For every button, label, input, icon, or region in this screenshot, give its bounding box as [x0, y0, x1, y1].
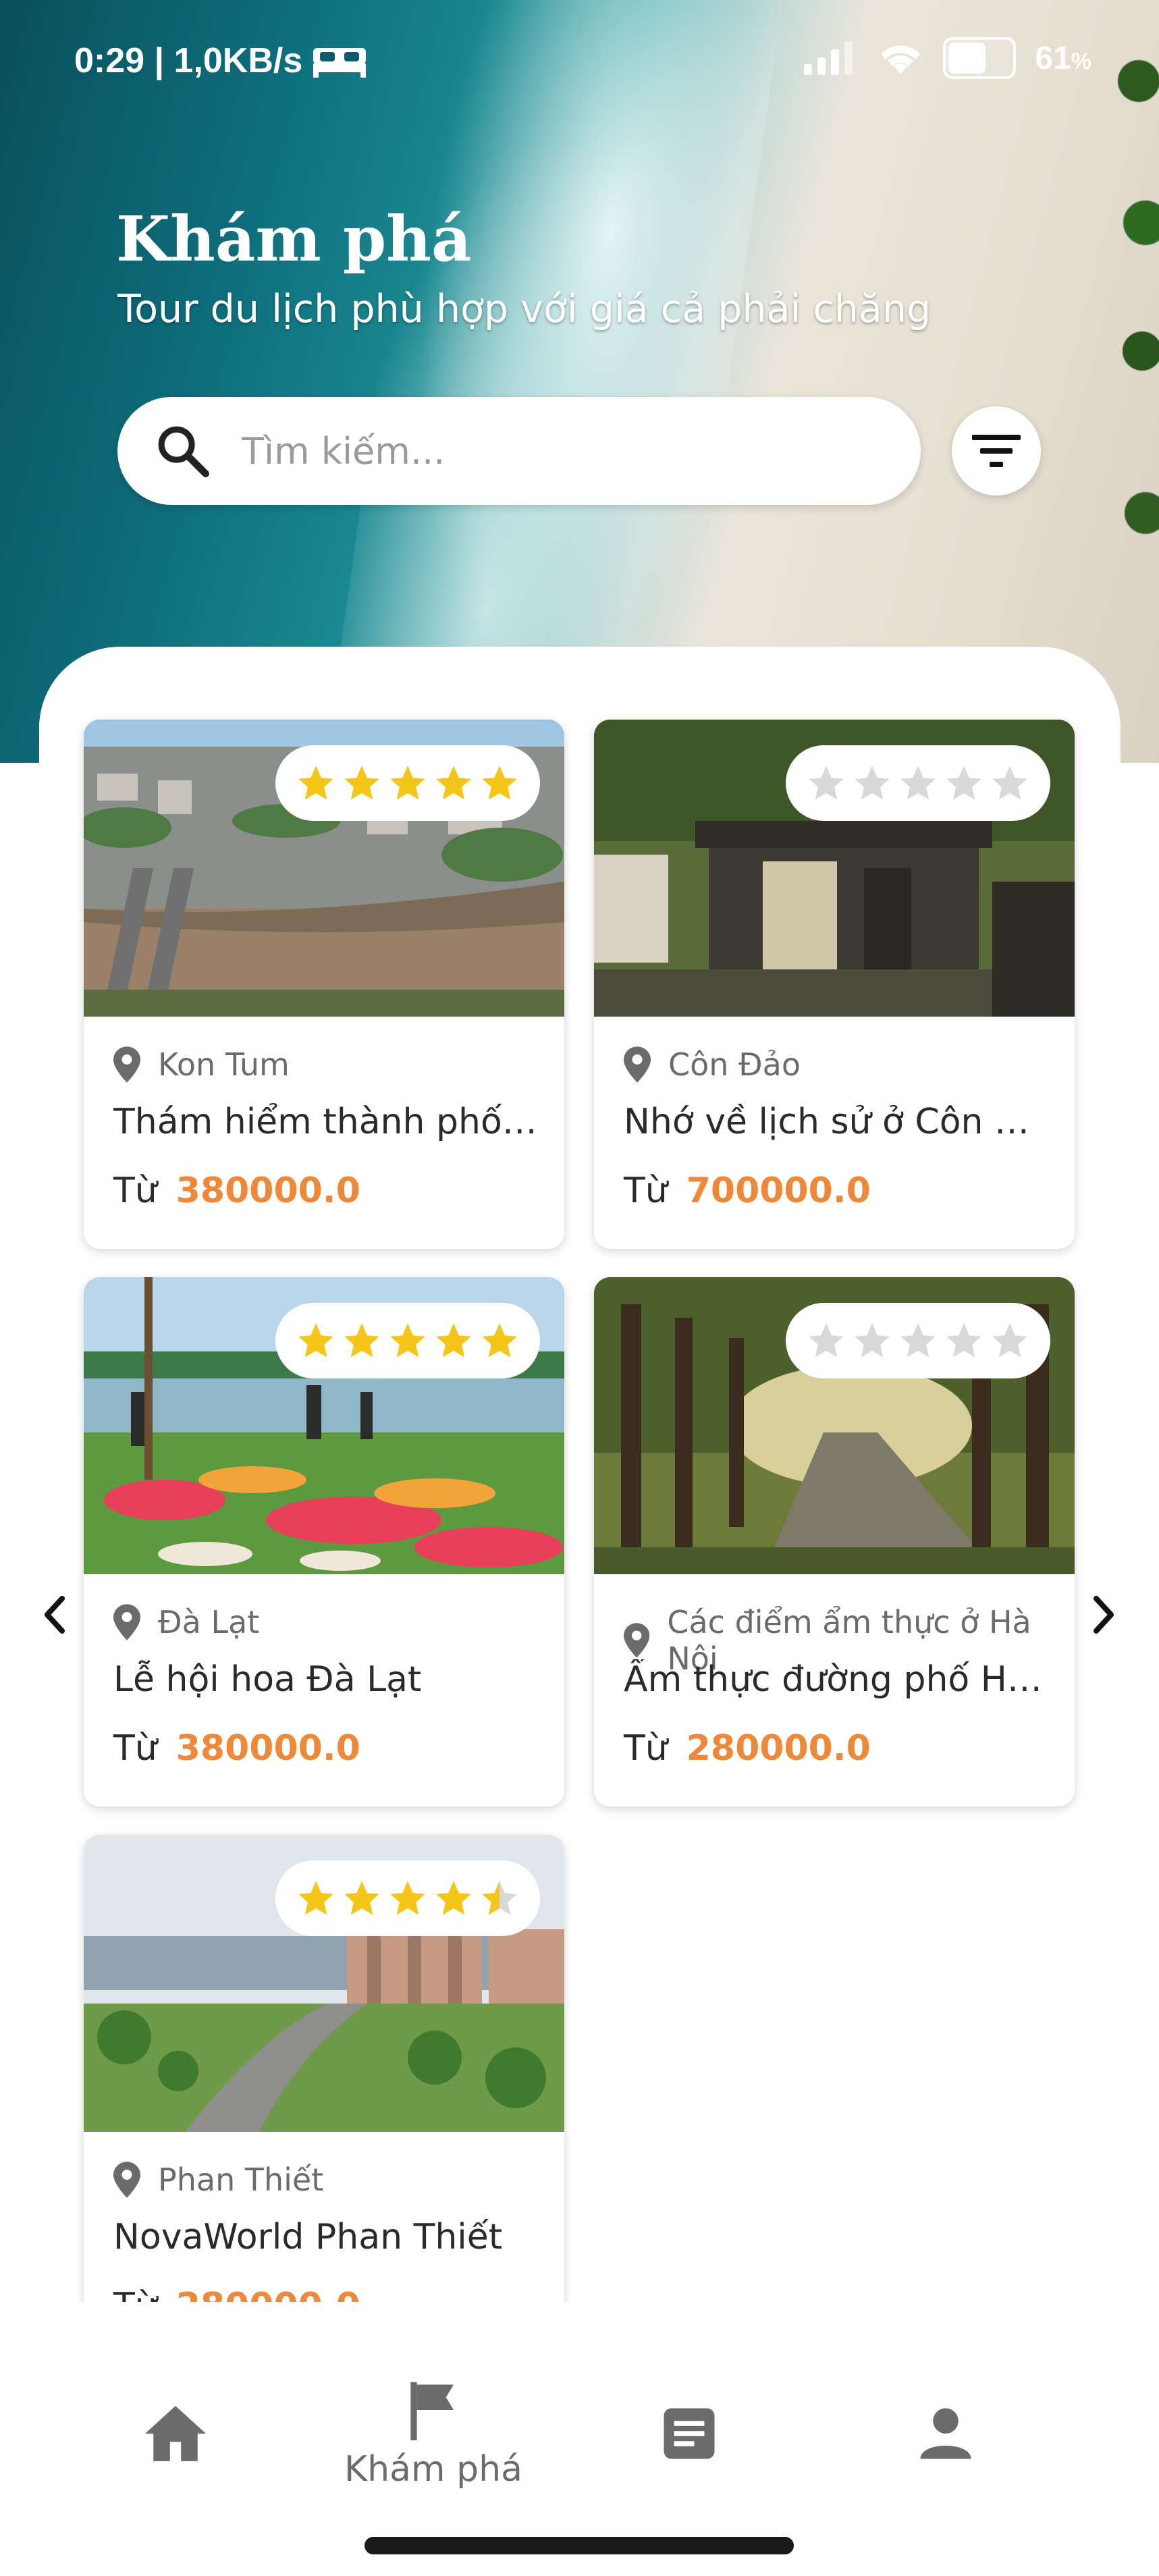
page-title: Khám phá — [116, 203, 472, 275]
tour-location: Phan Thiết — [113, 2162, 323, 2198]
location-pin-icon — [113, 2162, 140, 2198]
tour-card[interactable]: Phan Thiết NovaWorld Phan Thiết Từ280000… — [84, 1835, 564, 2364]
location-pin-icon — [113, 1046, 140, 1083]
star-icon — [482, 766, 517, 800]
page-subtitle: Tour du lịch phù hợp với giá cả phải chă… — [117, 287, 932, 331]
star-icon — [390, 1881, 425, 1915]
tour-card[interactable]: Các điểm ẩm thực ở Hà Nội Ẩm thực đường … — [594, 1277, 1075, 1806]
star-icon — [436, 766, 471, 800]
home-indicator — [365, 2537, 794, 2554]
star-icon — [482, 1323, 517, 1358]
rating-badge — [786, 1303, 1050, 1378]
location-pin-icon — [624, 1623, 650, 1658]
tour-location: Kon Tum — [113, 1046, 290, 1083]
search-bar[interactable] — [117, 397, 921, 505]
star-icon — [992, 766, 1027, 800]
tour-name: Ẩm thực đường phố Hà ... — [624, 1659, 1056, 1700]
search-input[interactable] — [240, 429, 851, 473]
tour-price: Từ 380000.0 — [113, 1728, 360, 1769]
nav-home[interactable] — [142, 2403, 209, 2464]
star-icon — [992, 1323, 1027, 1358]
bottom-navigation: Khám phá — [0, 2302, 1159, 2576]
star-icon — [855, 1323, 890, 1358]
location-pin-icon — [113, 1604, 140, 1640]
nav-explore-label: Khám phá — [344, 2449, 522, 2490]
nav-bookings[interactable] — [659, 2403, 720, 2464]
star-icon — [855, 766, 890, 800]
star-icon — [946, 1323, 981, 1358]
star-icon — [436, 1881, 471, 1915]
next-arrow-button[interactable] — [1083, 1588, 1123, 1642]
nav-profile[interactable] — [915, 2403, 976, 2464]
star-icon — [809, 766, 844, 800]
tour-card[interactable]: Côn Đảo Nhớ về lịch sử ở Côn Đảo Từ 70000… — [594, 720, 1075, 1249]
filter-button[interactable] — [952, 406, 1041, 495]
star-icon — [946, 766, 981, 800]
document-icon — [664, 2408, 715, 2459]
star-icon — [809, 1323, 844, 1358]
star-icon — [344, 766, 379, 800]
star-icon — [390, 1323, 425, 1358]
flag-icon — [410, 2382, 454, 2440]
filter-icon — [972, 435, 1021, 467]
star-icon — [344, 1323, 379, 1358]
tour-price: Từ 380000.0 — [113, 1171, 360, 1211]
person-icon — [920, 2408, 971, 2459]
previous-arrow-button[interactable] — [35, 1588, 76, 1642]
nav-explore[interactable]: Khám phá — [344, 2376, 522, 2490]
tour-card[interactable]: Đà Lạt Lễ hội hoa Đà Lạt Từ 380000.0 — [84, 1277, 564, 1806]
rating-badge — [275, 745, 540, 821]
star-icon — [900, 1323, 936, 1358]
tour-name: Thám hiểm thành phố t... — [113, 1102, 545, 1142]
star-icon — [436, 1323, 471, 1358]
tour-name: Nhớ về lịch sử ở Côn Đảo — [624, 1102, 1056, 1142]
tour-card[interactable]: Kon Tum Thám hiểm thành phố t... Từ 38000… — [84, 720, 564, 1249]
rating-badge — [786, 745, 1050, 821]
chevron-right-icon — [1094, 1596, 1114, 1634]
star-half-icon — [482, 1881, 517, 1915]
tour-price: Từ 700000.0 — [624, 1171, 871, 1211]
star-icon — [298, 1881, 333, 1915]
status-time: 0:29 | 1,0KB/s — [74, 41, 367, 81]
wifi-icon — [881, 45, 921, 74]
star-icon — [390, 766, 425, 800]
home-icon — [145, 2406, 206, 2461]
signal-icon — [804, 41, 853, 75]
tour-location: Đà Lạt — [113, 1604, 259, 1640]
star-icon — [900, 766, 936, 800]
star-icon — [298, 1323, 333, 1358]
location-pin-icon — [624, 1046, 651, 1083]
search-icon — [158, 426, 209, 477]
chevron-left-icon — [45, 1596, 65, 1634]
battery-level: 61% — [1035, 40, 1091, 76]
tour-name: Lễ hội hoa Đà Lạt — [113, 1659, 422, 1700]
star-icon — [298, 766, 333, 800]
tour-name: NovaWorld Phan Thiết — [113, 2217, 503, 2257]
rating-badge — [275, 1860, 540, 1936]
bed-icon — [313, 48, 367, 78]
tour-price: Từ280000.0 — [624, 1728, 871, 1769]
tour-location: Côn Đảo — [624, 1046, 801, 1083]
battery-icon — [943, 37, 1017, 79]
status-indicators: 61% — [804, 37, 1091, 79]
star-icon — [344, 1881, 379, 1915]
rating-badge — [275, 1303, 540, 1378]
